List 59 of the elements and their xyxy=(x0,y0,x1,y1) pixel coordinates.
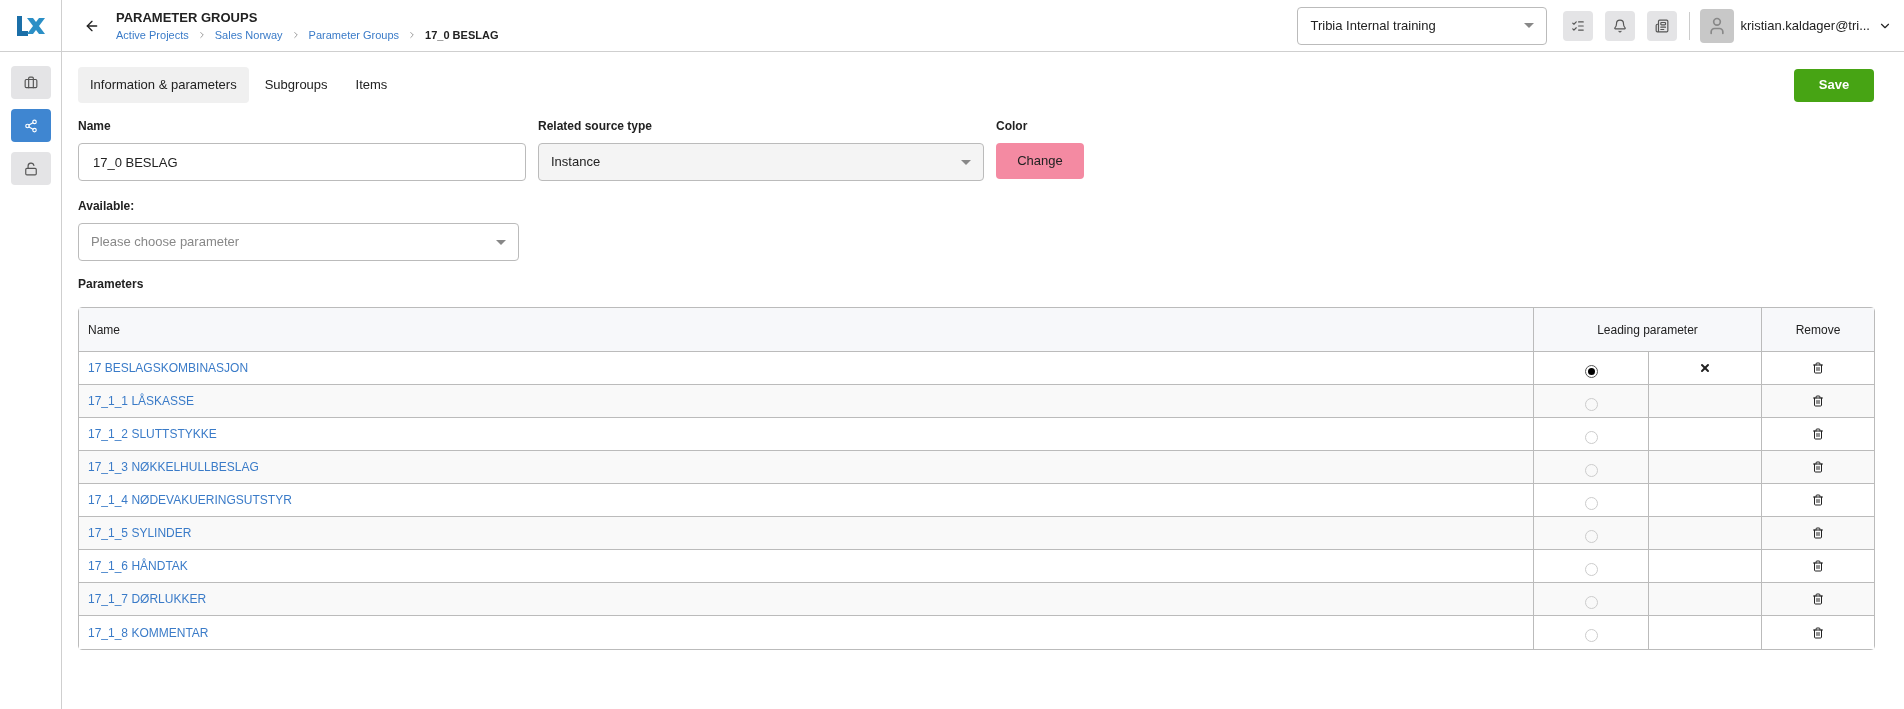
parameter-link[interactable]: 17_1_1 LÅSKASSE xyxy=(88,392,195,410)
section-heading: Parameters xyxy=(78,276,145,293)
notifications-button[interactable] xyxy=(1605,10,1636,41)
unlocked-padlock-icon xyxy=(23,161,38,176)
logo-icon xyxy=(14,13,47,38)
tab[interactable]: Information & parameters xyxy=(78,67,249,103)
parameter-link[interactable]: 17_1_5 SYLINDER xyxy=(88,524,192,542)
avatar xyxy=(1700,8,1735,43)
field-label: Name xyxy=(78,118,112,135)
delete-button[interactable] xyxy=(1812,626,1824,639)
parameter-link[interactable]: 17_1_2 SLUTTSTYKKE xyxy=(88,425,217,443)
field-label: Color xyxy=(996,118,1029,135)
sidebar-button[interactable] xyxy=(10,66,51,99)
breadcrumb-link[interactable]: Sales Norway xyxy=(214,27,283,44)
breadcrumb-link[interactable]: Active Projects xyxy=(116,27,189,44)
parameter-link[interactable]: 17_1_8 KOMMENTAR xyxy=(88,623,209,642)
user-menu[interactable]: kristian.kaldager@tri... xyxy=(1740,15,1892,36)
clear-button[interactable] xyxy=(1699,362,1711,374)
delete-button[interactable] xyxy=(1812,395,1824,407)
field-label: Available: xyxy=(78,198,136,215)
breadcrumb-link[interactable]: Parameter Groups xyxy=(308,27,400,44)
delete-button[interactable] xyxy=(1812,560,1824,572)
bell-icon xyxy=(1613,18,1628,33)
parameter-link[interactable]: 17_1_4 NØDEVAKUERINGSUTSTYR xyxy=(88,491,292,509)
breadcrumb-current: 17_0 BESLAG xyxy=(425,28,499,43)
delete-button[interactable] xyxy=(1812,428,1824,440)
column-header: Name xyxy=(88,321,120,339)
delete-button[interactable] xyxy=(1812,461,1824,473)
column-header: Remove xyxy=(1795,321,1841,339)
caret-icon xyxy=(1524,23,1535,28)
newspaper-icon xyxy=(1655,18,1670,33)
name-field[interactable]: 17_0 BESLAG xyxy=(78,143,526,181)
page-title: PARAMETER GROUPS xyxy=(116,8,259,27)
network-icon xyxy=(23,118,38,133)
parameter-select[interactable]: Please choose parameter xyxy=(78,223,519,261)
caret-icon xyxy=(496,239,506,245)
delete-button[interactable] xyxy=(1812,527,1824,539)
color-change-button[interactable]: Change xyxy=(996,143,1084,179)
parameter-link[interactable]: 17_1_3 NØKKELHULLBESLAG xyxy=(88,458,259,476)
tab[interactable]: Items xyxy=(343,67,400,103)
column-header: Leading parameter xyxy=(1597,321,1698,339)
delete-button[interactable] xyxy=(1812,593,1824,605)
checklist-button[interactable] xyxy=(1563,10,1594,41)
sidebar-button[interactable] xyxy=(10,109,51,142)
project-select[interactable]: Tribia Internal training xyxy=(1297,6,1548,45)
briefcase-icon xyxy=(23,75,38,90)
tab[interactable]: Subgroups xyxy=(252,67,340,103)
field-label: Related source type xyxy=(538,118,654,135)
parameter-link[interactable]: 17_1_6 HÅNDTAK xyxy=(88,557,188,575)
source-type-select[interactable]: Instance xyxy=(538,143,984,181)
delete-button[interactable] xyxy=(1812,494,1824,506)
sidebar-button[interactable] xyxy=(10,152,51,185)
save-button[interactable]: Save xyxy=(1794,68,1874,102)
news-button[interactable] xyxy=(1647,10,1678,41)
parameter-link[interactable]: 17 BESLAGSKOMBINASJON xyxy=(88,359,249,377)
caret-icon xyxy=(961,159,971,165)
parameter-link[interactable]: 17_1_7 DØRLUKKER xyxy=(88,590,207,608)
checklist-icon xyxy=(1571,18,1586,33)
delete-button[interactable] xyxy=(1812,362,1824,374)
